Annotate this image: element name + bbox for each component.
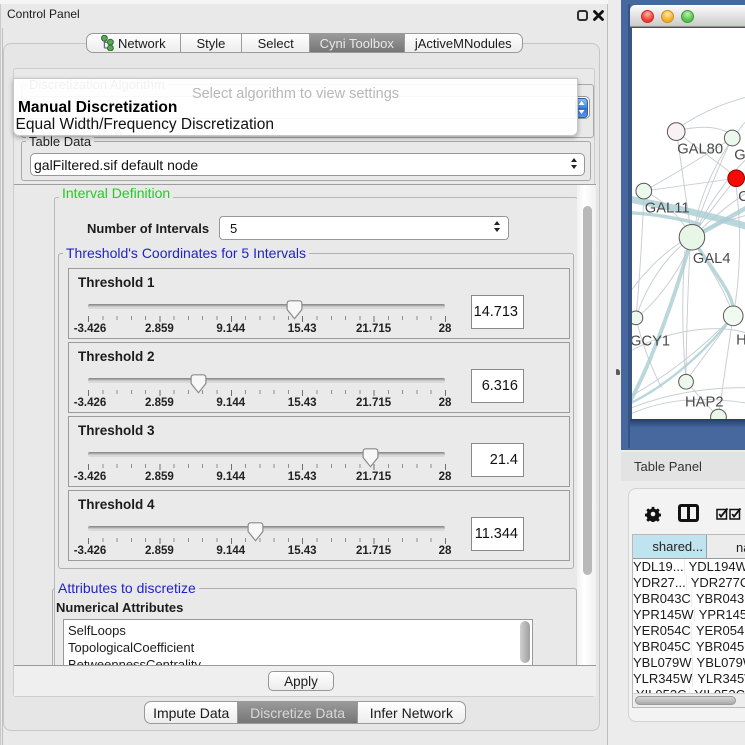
svg-text:GAL80: GAL80 [677, 142, 723, 158]
svg-text:C: C [738, 189, 745, 205]
svg-text:H: H [736, 332, 745, 348]
svg-text:GCY1: GCY1 [630, 333, 670, 349]
svg-text:GAL4: GAL4 [693, 251, 731, 267]
svg-text:GA: GA [734, 148, 745, 164]
svg-text:GAL11: GAL11 [645, 201, 690, 217]
svg-text:HAP2: HAP2 [685, 394, 723, 410]
